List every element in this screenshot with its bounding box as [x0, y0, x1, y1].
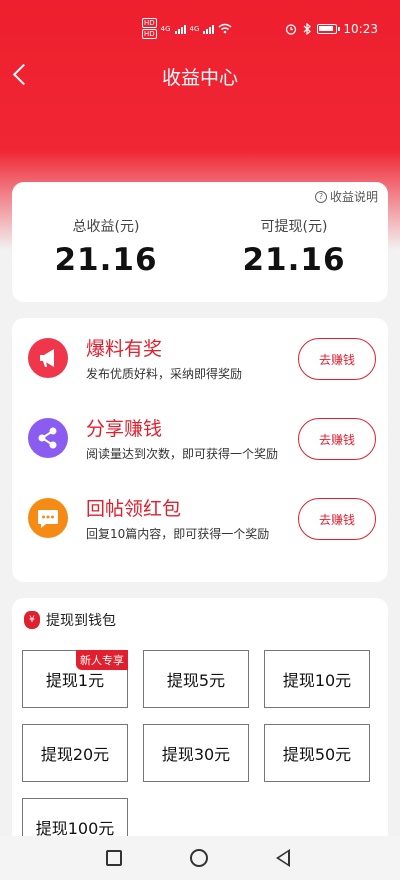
back-icon[interactable]: [276, 849, 290, 867]
home-icon[interactable]: [190, 849, 208, 867]
battery-icon: [317, 24, 341, 34]
withdraw-header: ¥ 提现到钱包: [24, 610, 116, 630]
withdrawable-label: 可提现(元): [260, 219, 328, 235]
withdraw-option-50[interactable]: 提现50元: [264, 724, 370, 782]
withdrawable-value: 21.16: [242, 242, 346, 278]
withdraw-option-20[interactable]: 提现20元: [22, 724, 128, 782]
withdraw-option-label: 提现50元: [282, 745, 352, 764]
total-earnings-value: 21.16: [54, 242, 158, 278]
withdraw-option-30[interactable]: 提现30元: [143, 724, 249, 782]
hd-badge-2: HD: [142, 29, 157, 39]
earnings-explain-label: 收益说明: [329, 190, 378, 204]
withdraw-option-label: 提现10元: [282, 671, 352, 690]
withdraw-title: 提现到钱包: [46, 613, 116, 629]
task-item-share: 分享赚钱 阅读量达到次数，即可获得一个奖励 去赚钱: [12, 398, 388, 478]
signal-icon: [203, 24, 215, 34]
task-description: 阅读量达到次数，即可获得一个奖励: [86, 447, 279, 461]
money-bag-icon: ¥: [24, 611, 40, 629]
hd-badge-1: HD: [142, 18, 157, 28]
signal-icon: [174, 24, 186, 34]
earn-button[interactable]: 去赚钱: [298, 338, 376, 380]
megaphone-icon: [28, 338, 68, 378]
total-earnings: 总收益(元) 21.16: [12, 216, 200, 278]
status-right: 10:23: [285, 22, 378, 36]
withdrawable-amount: 可提现(元) 21.16: [200, 216, 388, 278]
withdraw-option-1[interactable]: 提现1元 新人专享: [22, 650, 128, 708]
status-time: 10:23: [343, 22, 378, 36]
task-title: 爆料有奖: [86, 338, 163, 360]
hd-badges: HD HD: [142, 18, 157, 39]
withdraw-card: ¥ 提现到钱包 提现1元 新人专享 提现5元 提现10元 提现20元 提现30元…: [12, 598, 388, 858]
withdraw-option-10[interactable]: 提现10元: [264, 650, 370, 708]
task-title: 回帖领红包: [86, 498, 182, 520]
withdraw-option-label: 提现1元: [45, 671, 105, 690]
wifi-icon: [218, 23, 232, 34]
total-earnings-label: 总收益(元): [72, 219, 140, 235]
page-title: 收益中心: [161, 67, 238, 89]
earn-button[interactable]: 去赚钱: [298, 498, 376, 540]
recent-apps-icon[interactable]: [106, 850, 122, 866]
withdraw-option-label: 提现20元: [40, 745, 110, 764]
task-description: 发布优质好料，采纳即得奖励: [86, 367, 243, 381]
alarm-icon: [286, 24, 297, 35]
status-bar: HD HD 4G 4G 10:23: [0, 0, 400, 40]
status-left: HD HD 4G 4G: [142, 18, 232, 39]
task-item-tip-reward: 爆料有奖 发布优质好料，采纳即得奖励 去赚钱: [12, 318, 388, 398]
network-type-2: 4G: [189, 24, 200, 33]
bluetooth-icon: [304, 23, 312, 35]
system-navigation-bar: [0, 836, 400, 880]
withdraw-option-label: 提现5元: [166, 671, 226, 690]
task-item-reply: 回帖领红包 回复10篇内容，即可获得一个奖励 去赚钱: [12, 478, 388, 558]
earnings-summary-card: ? 收益说明 总收益(元) 21.16 可提现(元) 21.16: [12, 182, 388, 302]
task-title: 分享赚钱: [86, 418, 163, 440]
new-user-badge: 新人专享: [76, 650, 128, 670]
task-description: 回复10篇内容，即可获得一个奖励: [86, 527, 270, 541]
comment-icon: [28, 498, 68, 538]
earn-button[interactable]: 去赚钱: [298, 418, 376, 460]
earning-tasks-card: 爆料有奖 发布优质好料，采纳即得奖励 去赚钱 分享赚钱 阅读量达到次数，即可获得…: [12, 318, 388, 582]
earnings-explain-link[interactable]: ? 收益说明: [314, 188, 378, 205]
app-header: 收益中心: [0, 55, 400, 95]
withdraw-option-5[interactable]: 提现5元: [143, 650, 249, 708]
withdraw-option-label: 提现30元: [161, 745, 231, 764]
share-icon: [28, 418, 68, 458]
question-icon: ?: [314, 190, 327, 203]
network-type-1: 4G: [160, 24, 171, 33]
